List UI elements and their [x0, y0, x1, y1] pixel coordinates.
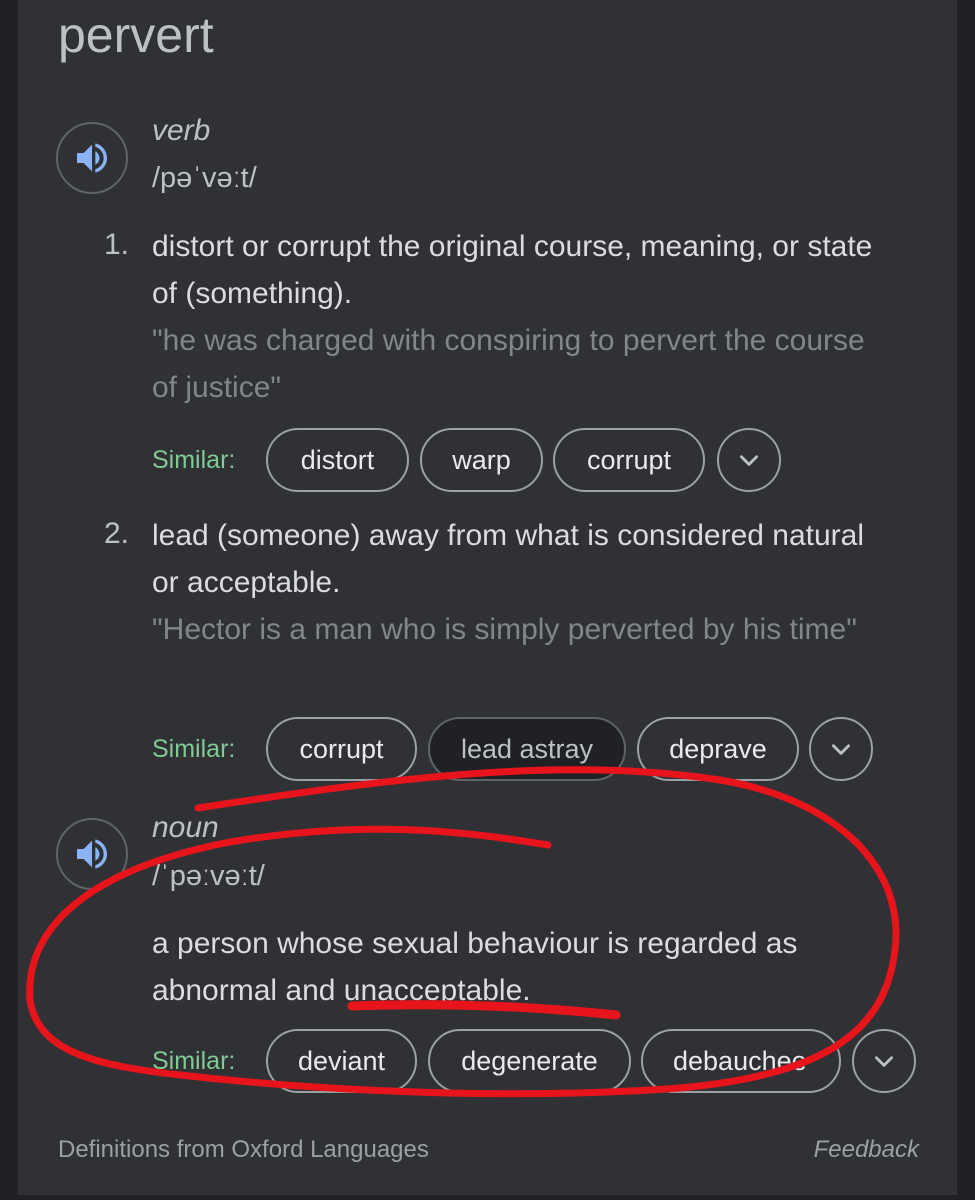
pronounce-verb-button[interactable]: [56, 122, 128, 194]
speaker-icon: [77, 143, 107, 173]
example: "he was charged with conspiring to perve…: [152, 324, 865, 404]
synonym-chip[interactable]: warp: [420, 428, 543, 492]
synonym-chip[interactable]: corrupt: [266, 717, 417, 781]
example: "Hector is a man who is simply perverted…: [152, 613, 857, 646]
pronunciation-noun: /ˈpəːvəːt/: [152, 860, 265, 892]
pronounce-noun-button[interactable]: [56, 818, 128, 890]
dictionary-card: pervert verb /pəˈvəːt/ 1. distort or cor…: [18, 0, 957, 1195]
more-synonyms-button[interactable]: [809, 717, 873, 781]
feedback-link[interactable]: Feedback: [814, 1136, 919, 1164]
similar-label: Similar:: [152, 446, 236, 474]
synonym-chip[interactable]: corrupt: [553, 428, 705, 492]
definition: lead (someone) away from what is conside…: [152, 519, 865, 599]
synonym-chip[interactable]: deprave: [637, 717, 799, 781]
sense-number: 2.: [104, 517, 130, 550]
synonym-chip[interactable]: debauchee: [641, 1029, 841, 1093]
speaker-icon: [77, 839, 107, 869]
definition: distort or corrupt the original course, …: [152, 230, 873, 310]
pronunciation-verb: /pəˈvəːt/: [152, 162, 257, 194]
synonym-chip[interactable]: distort: [266, 428, 409, 492]
more-synonyms-button[interactable]: [852, 1029, 916, 1093]
synonym-chip[interactable]: degenerate: [428, 1029, 631, 1093]
similar-label: Similar:: [152, 735, 236, 763]
chevron-down-icon: [875, 1056, 893, 1067]
source-attribution[interactable]: Definitions from Oxford Languages: [58, 1136, 429, 1164]
chevron-down-icon: [740, 455, 758, 466]
synonym-chip[interactable]: deviant: [266, 1029, 417, 1093]
part-of-speech-noun: noun: [152, 811, 219, 844]
synonym-chip[interactable]: lead astray: [428, 717, 626, 781]
chevron-down-icon: [832, 744, 850, 755]
headword: pervert: [58, 7, 214, 63]
similar-label: Similar:: [152, 1047, 236, 1075]
definition: a person whose sexual behaviour is regar…: [152, 927, 798, 1007]
sense-number: 1.: [104, 228, 130, 261]
more-synonyms-button[interactable]: [717, 428, 781, 492]
part-of-speech-verb: verb: [152, 114, 211, 147]
